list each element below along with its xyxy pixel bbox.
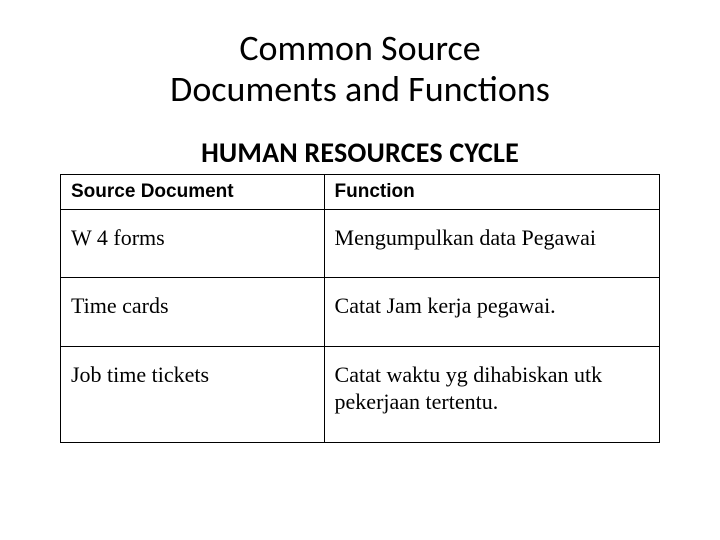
section-heading: HUMAN RESOURCES CYCLE <box>60 135 660 170</box>
table-header-row: Source Document Function <box>61 174 660 209</box>
slide-title: Common Source Documents and Functions <box>60 28 660 111</box>
table-row: Time cards Catat Jam kerja pegawai. <box>61 278 660 347</box>
header-function: Function <box>324 174 659 209</box>
header-source-document: Source Document <box>61 174 325 209</box>
cell-source-document: Time cards <box>61 278 325 347</box>
documents-table: Source Document Function W 4 forms Mengu… <box>60 174 660 443</box>
title-line-2: Documents and Functions <box>170 67 550 111</box>
table-row: Job time tickets Catat waktu yg dihabisk… <box>61 346 660 442</box>
cell-source-document: Job time tickets <box>61 346 325 442</box>
cell-function: Catat Jam kerja pegawai. <box>324 278 659 347</box>
cell-function: Mengumpulkan data Pegawai <box>324 209 659 278</box>
title-line-1: Common Source <box>239 26 480 70</box>
cell-function: Catat waktu yg dihabiskan utk pekerjaan … <box>324 346 659 442</box>
table-row: W 4 forms Mengumpulkan data Pegawai <box>61 209 660 278</box>
cell-source-document: W 4 forms <box>61 209 325 278</box>
slide: Common Source Documents and Functions HU… <box>0 0 720 540</box>
